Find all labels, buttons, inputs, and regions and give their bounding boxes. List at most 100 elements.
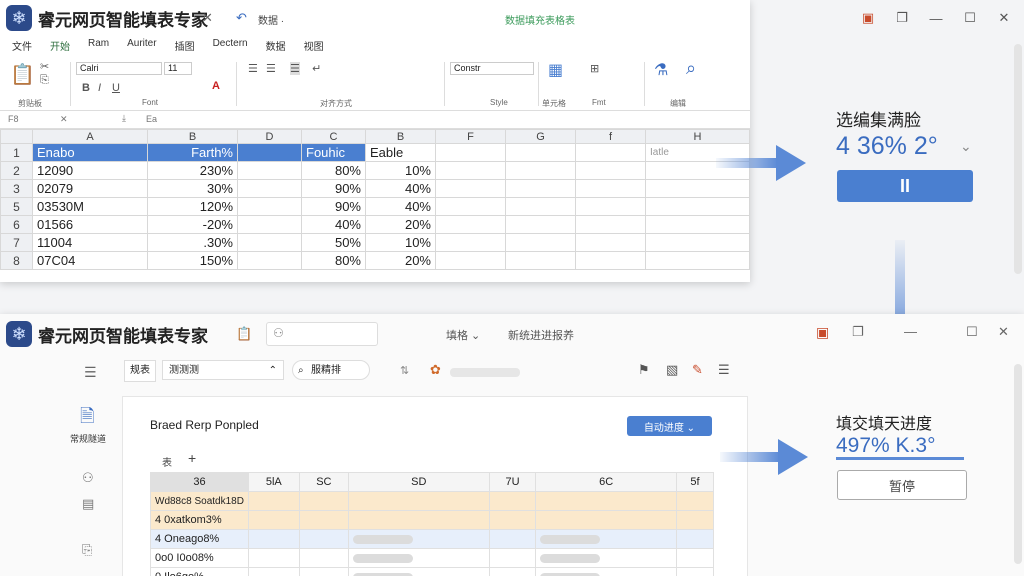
pause-button[interactable]: 暂停 [837, 470, 967, 500]
cell[interactable]: 02079 [32, 179, 148, 198]
hamburger-icon[interactable]: ☰ [84, 364, 97, 381]
row-number[interactable]: 5 [0, 197, 33, 216]
users-icon[interactable]: ⚇ [82, 470, 94, 486]
maximize-icon[interactable]: ☐ [966, 324, 978, 340]
table-row[interactable]: 8 07C04 150% 80% 20% [0, 251, 750, 270]
toolbar-chip[interactable]: 规表 [124, 360, 156, 382]
cell[interactable] [237, 197, 302, 216]
cell[interactable] [675, 548, 715, 568]
cell[interactable] [435, 233, 506, 252]
cell[interactable]: 4 Oneago8% [150, 529, 249, 549]
font-color-icon[interactable]: A [212, 80, 220, 92]
cell[interactable]: 11004 [32, 233, 148, 252]
cell[interactable] [645, 179, 750, 198]
font-size-select[interactable]: 11 [164, 62, 192, 75]
cell[interactable] [505, 161, 576, 180]
maximize-icon[interactable]: ☐ [960, 8, 980, 28]
paste-icon[interactable]: 📋 [10, 62, 35, 87]
cell[interactable] [435, 161, 506, 180]
cell[interactable] [247, 491, 300, 511]
cell[interactable] [348, 491, 490, 511]
cell[interactable] [645, 215, 750, 234]
row-number[interactable]: 2 [0, 161, 33, 180]
cell[interactable] [488, 491, 537, 511]
cell[interactable]: 80% [301, 251, 366, 270]
cell[interactable] [298, 491, 350, 511]
menu-item[interactable]: 开始 [50, 38, 70, 56]
menu-item[interactable]: Auriter [127, 38, 156, 56]
cell[interactable] [298, 529, 350, 549]
table-row[interactable]: 6 01566 -20% 40% 20% [0, 215, 750, 234]
column-header[interactable]: SD [348, 472, 490, 492]
cell[interactable] [505, 197, 576, 216]
menu-item[interactable]: 数据 [266, 38, 286, 56]
folder-icon[interactable]: ▤ [82, 496, 94, 512]
column-header[interactable]: f [575, 129, 646, 144]
search-icon[interactable]: ⌕ [686, 58, 696, 79]
row-number[interactable]: 1 [0, 143, 33, 162]
cell[interactable] [298, 567, 350, 576]
cell[interactable]: 10% [365, 233, 436, 252]
cell[interactable] [247, 567, 300, 576]
cancel-formula-icon[interactable]: ✕ [60, 114, 68, 125]
tab-label[interactable]: 数据 · [258, 12, 284, 27]
scrollbar[interactable] [1014, 44, 1022, 274]
clipboard-icon[interactable]: 📋 [236, 326, 252, 342]
cell[interactable] [575, 143, 646, 162]
cell[interactable] [298, 510, 350, 530]
cell[interactable]: Farth% [147, 143, 238, 162]
cell[interactable] [675, 510, 715, 530]
cell[interactable] [488, 510, 537, 530]
sidebar-label[interactable]: 常规隧道 [70, 432, 106, 445]
image-icon[interactable]: ▧ [666, 362, 678, 378]
cell[interactable] [675, 491, 715, 511]
chevron-down-icon[interactable]: ⌄ [960, 138, 972, 155]
column-header[interactable]: C [301, 129, 366, 144]
insert-cells-icon[interactable]: ▦ [548, 60, 563, 80]
cell[interactable] [435, 143, 506, 162]
cell[interactable]: 03530M [32, 197, 148, 216]
formula-content[interactable]: Ea [146, 114, 157, 124]
flag-icon[interactable]: ⚑ [638, 362, 650, 378]
close-icon[interactable]: ✕ [998, 324, 1009, 340]
cell[interactable] [535, 567, 677, 576]
cell[interactable] [237, 215, 302, 234]
cell[interactable] [348, 567, 490, 576]
cell[interactable]: 80% [301, 161, 366, 180]
cell[interactable] [575, 161, 646, 180]
column-header[interactable]: H [645, 129, 750, 144]
cell[interactable]: 0 Ilo6go% [150, 567, 249, 576]
cell[interactable]: 07C04 [32, 251, 148, 270]
sort-icon[interactable]: ⇅ [400, 364, 409, 377]
menu-item[interactable]: 视图 [304, 38, 324, 56]
cell[interactable] [435, 215, 506, 234]
align-center-icon[interactable]: ☰ [266, 62, 276, 75]
cell[interactable] [247, 529, 300, 549]
calendar-icon[interactable]: ▣ [858, 8, 878, 28]
column-header[interactable]: SC [298, 472, 350, 492]
column-header[interactable]: 36 [150, 472, 249, 492]
table-row[interactable]: 5 03530M 120% 90% 40% [0, 197, 750, 216]
table-row[interactable]: 7 11004 .30% 50% 10% [0, 233, 750, 252]
cell[interactable] [435, 251, 506, 270]
cell[interactable] [645, 251, 750, 270]
nav-menu-2[interactable]: 新统进进报养 [508, 327, 574, 343]
cell[interactable]: 90% [301, 197, 366, 216]
italic-icon[interactable]: I [98, 82, 101, 94]
cell[interactable]: Enabo [32, 143, 148, 162]
auto-progress-button[interactable]: 自动进度 ⌄ [627, 416, 712, 436]
cell[interactable] [535, 491, 677, 511]
column-header[interactable]: B [365, 129, 436, 144]
cell[interactable] [488, 567, 537, 576]
add-tab-button[interactable]: + [188, 450, 196, 466]
cell[interactable] [535, 510, 677, 530]
cell[interactable] [435, 197, 506, 216]
cell[interactable] [237, 161, 302, 180]
restore-icon[interactable]: ❐ [852, 324, 864, 340]
cell[interactable]: 40% [301, 215, 366, 234]
edit-icon[interactable]: ✎ [692, 362, 703, 378]
column-header[interactable]: G [505, 129, 576, 144]
column-header[interactable]: 6C [535, 472, 677, 492]
cell[interactable] [348, 548, 490, 568]
row-number[interactable]: 7 [0, 233, 33, 252]
